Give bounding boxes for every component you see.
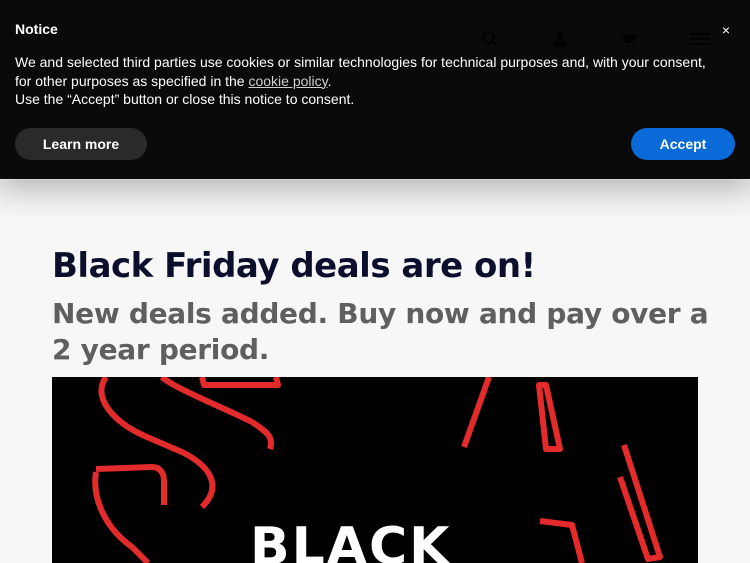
banner-text: BLACK <box>250 517 452 563</box>
notice-body-text: We and selected third parties use cookie… <box>15 54 706 89</box>
accept-button[interactable]: Accept <box>631 128 735 160</box>
learn-more-button[interactable]: Learn more <box>15 128 147 160</box>
cookie-notice: Notice × We and selected third parties u… <box>0 0 750 179</box>
cookie-policy-link[interactable]: cookie policy <box>248 73 327 89</box>
close-icon[interactable]: × <box>716 22 736 42</box>
notice-body-period: . <box>327 72 332 89</box>
notice-body: We and selected third parties use cookie… <box>15 53 715 109</box>
hero-title: Black Friday deals are on! <box>52 246 536 286</box>
notice-title: Notice <box>15 21 58 37</box>
promo-banner[interactable]: BLACK <box>52 377 698 563</box>
notice-body-line2: Use the “Accept” button or close this no… <box>15 91 355 107</box>
hero-subtitle: New deals added. Buy now and pay over a … <box>52 297 709 366</box>
